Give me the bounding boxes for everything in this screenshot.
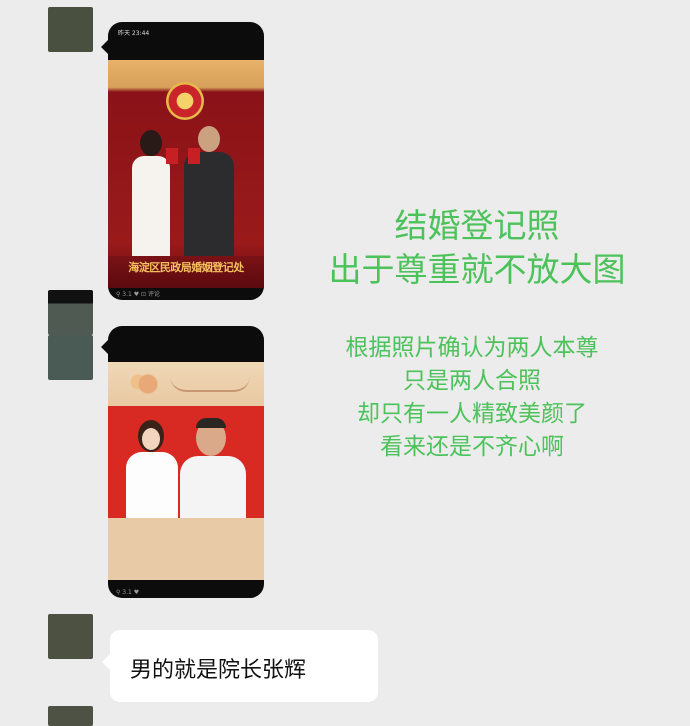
photo-meta: ⚲ 3.1 ♥ — [116, 589, 140, 596]
bubble-tail — [101, 340, 108, 354]
avatar[interactable] — [48, 706, 93, 726]
ornament-header — [108, 362, 264, 406]
bubble-tail — [101, 40, 108, 54]
image-message[interactable]: ⚲ 3.1 ♥ — [108, 326, 264, 598]
caption-line: 看来还是不齐心啊 — [380, 434, 564, 460]
caption-line: 根据照片确认为两人本尊 — [345, 335, 599, 361]
message-text: 男的就是院长张辉 — [130, 658, 307, 683]
caption-line: 出于尊重就不放大图 — [328, 250, 626, 289]
marriage-photo — [108, 362, 264, 580]
text-message-bubble[interactable]: 男的就是院长张辉 — [102, 630, 378, 702]
avatar[interactable] — [48, 290, 93, 335]
wedding-photo: 海淀区民政局婚姻登记处 — [108, 60, 264, 288]
image-message[interactable]: 昨天 23:44 海淀区民政局婚姻登记处 ⚲ 3.1 ♥ ⊡ 评论 — [108, 22, 264, 300]
avatar[interactable] — [48, 614, 93, 659]
certificate — [166, 148, 178, 164]
national-emblem — [166, 82, 204, 120]
groom-figure — [182, 126, 236, 258]
registry-sign: 海淀区民政局婚姻登记处 — [108, 256, 264, 288]
woman-figure — [122, 420, 182, 518]
certificate — [188, 148, 200, 164]
photo-meta: ⚲ 3.1 ♥ ⊡ 评论 — [116, 291, 160, 298]
status-time: 昨天 23:44 — [118, 30, 150, 37]
caption-line: 结婚登记照 — [394, 206, 560, 245]
caption-body: 根据照片确认为两人本尊 只是两人合照 却只有一人精致美颜了 看来还是不齐心啊 — [282, 332, 662, 464]
photo-bottom-band — [108, 518, 264, 580]
caption-line: 却只有一人精致美颜了 — [357, 401, 587, 427]
caption-title: 结婚登记照 出于尊重就不放大图 — [272, 204, 682, 292]
caption-line: 只是两人合照 — [403, 368, 541, 394]
avatar[interactable] — [48, 335, 93, 380]
avatar[interactable] — [48, 7, 93, 52]
man-figure — [174, 418, 254, 518]
